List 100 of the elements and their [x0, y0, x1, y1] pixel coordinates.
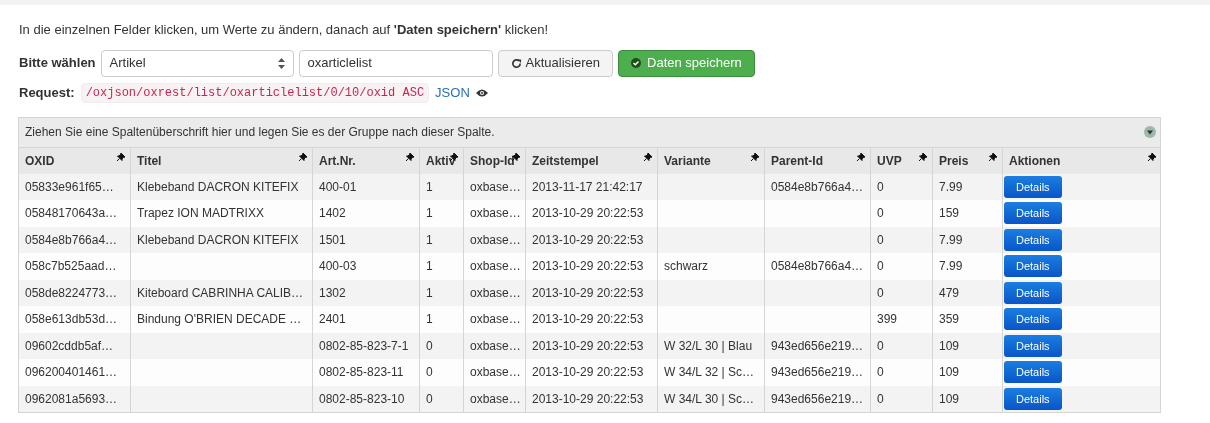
pin-icon[interactable]	[405, 151, 415, 162]
details-button[interactable]: Details	[1004, 361, 1062, 384]
pin-icon[interactable]	[918, 151, 928, 162]
table-cell-text: 0584e8b766a4…	[771, 258, 864, 276]
table-cell-text: 2013-10-29 20:22:53	[532, 390, 644, 408]
column-header[interactable]: Preis	[933, 147, 1003, 174]
table-cell-text: 0	[877, 231, 884, 249]
pin-icon[interactable]	[856, 151, 866, 162]
table-cell-text: 0	[426, 337, 433, 355]
column-header[interactable]: Art.Nr.	[313, 147, 420, 174]
details-button[interactable]: Details	[1004, 202, 1062, 225]
table-cell-text: 0	[877, 364, 884, 382]
table-cell-text: oxbase…	[470, 364, 521, 382]
details-button[interactable]: Details	[1004, 308, 1062, 331]
table-cell-text: Bindung O'BRIEN DECADE …	[137, 311, 302, 329]
table-cell-text: 1	[426, 258, 433, 276]
table-cell-text: 0802-85-823-11	[319, 364, 404, 382]
table-cell-text: 2013-10-29 20:22:53	[532, 258, 644, 276]
details-button[interactable]: Details	[1004, 281, 1062, 304]
pin-icon[interactable]	[750, 151, 760, 162]
table-cell-text: 09602cddb5af…	[25, 337, 114, 355]
table-cell-text: 05833e961f65…	[25, 178, 114, 196]
table-cell-text: 0802-85-823-10	[319, 390, 405, 408]
refresh-icon	[510, 57, 522, 69]
type-select[interactable]: Artikel	[100, 49, 294, 77]
table-cell-text: 2013-10-29 20:22:53	[532, 364, 644, 382]
sort-arrows-icon	[277, 57, 285, 69]
table-cell-text: oxbase…	[470, 390, 521, 408]
table-cell-text: Kiteboard CABRINHA CALIB…	[137, 284, 304, 302]
table-cell-text: 943ed656e219…	[771, 390, 864, 408]
table-cell-text: 159	[939, 205, 960, 223]
table-cell-text: 2013-10-29 20:22:53	[532, 337, 644, 355]
table-cell-text: 7.99	[939, 258, 963, 276]
table-cell-text: 058c7b525aad…	[25, 258, 117, 276]
table-cell-text: oxbase…	[470, 231, 521, 249]
details-button[interactable]: Details	[1004, 255, 1062, 278]
table-cell-text: 359	[939, 311, 960, 329]
request-path: /oxjson/oxrest/list/oxarticlelist/0/10/oxid ASC	[80, 82, 430, 103]
table-cell-text: oxbase…	[470, 258, 521, 276]
pin-icon[interactable]	[1147, 151, 1157, 162]
choose-label: Bitte wählen	[19, 54, 96, 73]
details-button[interactable]: Details	[1004, 175, 1062, 198]
table-cell-text: 0584e8b766a4…	[771, 178, 864, 196]
table-cell-text: oxbase…	[470, 311, 521, 329]
column-header[interactable]: OXID	[19, 147, 131, 174]
column-header[interactable]: Aktionen	[1003, 147, 1161, 174]
table-cell-text: 0584e8b766a4…	[25, 231, 118, 249]
table-cell-text: 2401	[319, 311, 346, 329]
refresh-button[interactable]: Aktualisieren	[497, 49, 613, 77]
table-cell-text: schwarz	[664, 258, 708, 276]
table-cell-text: 2013-11-17 21:42:17	[532, 178, 643, 196]
table-cell-text: 1302	[319, 284, 346, 302]
request-label: Request:	[19, 83, 75, 102]
details-button[interactable]: Details	[1004, 334, 1062, 357]
details-button[interactable]: Details	[1004, 387, 1062, 410]
column-header[interactable]: Variante	[658, 147, 765, 174]
table-cell-text: 1	[426, 231, 433, 249]
table-cell-text: oxbase…	[470, 337, 521, 355]
table-cell-text: 0	[877, 390, 884, 408]
table-cell-text: 7.99	[939, 231, 963, 249]
table-cell-text: 1	[426, 178, 433, 196]
table-cell-text: 1	[426, 311, 433, 329]
table-cell-text: W 34/L 30 | Sc…	[664, 390, 755, 408]
table-cell-text: W 32/L 30 | Blau	[664, 337, 753, 355]
table-cell-text: 2013-10-29 20:22:53	[532, 231, 644, 249]
table-cell-text: 943ed656e219…	[771, 364, 864, 382]
eye-icon[interactable]	[475, 88, 488, 97]
table-cell-text: 7.99	[939, 178, 963, 196]
table-cell-text: 0	[877, 284, 884, 302]
table-cell-text: 0	[877, 178, 884, 196]
table-cell-text: 058e613db53d…	[25, 311, 118, 329]
table-cell-text: 1	[426, 205, 433, 223]
instruction-text: In die einzelnen Felder klicken, um Werte zu ändern, danach auf 'Daten speichern' klicken!	[19, 21, 550, 39]
pin-icon[interactable]	[116, 151, 126, 162]
table-cell-text: 2013-10-29 20:22:53	[532, 284, 644, 302]
column-header[interactable]: Zeitstempel	[526, 147, 658, 174]
list-name-field[interactable]: oxarticlelist	[298, 49, 493, 77]
table-cell-text: Klebeband DACRON KITEFIX	[137, 231, 299, 249]
table-cell-text: 05848170643a…	[25, 205, 118, 223]
table-cell-text: 2013-10-29 20:22:53	[532, 311, 644, 329]
table-cell-text: 943ed656e219…	[771, 337, 864, 355]
column-header[interactable]: Parent-Id	[765, 147, 871, 174]
table-cell-text: 0802-85-823-7-1	[319, 337, 409, 355]
table-cell-text: W 34/L 32 | Sc…	[664, 364, 755, 382]
table-cell-text: 0	[877, 337, 884, 355]
table-cell-text: 109	[939, 364, 960, 382]
dropdown-icon[interactable]	[1144, 126, 1156, 138]
column-header[interactable]: Titel	[131, 147, 313, 174]
table-cell-text: 1	[426, 284, 433, 302]
table-cell-text: Trapez ION MADTRIXX	[137, 205, 264, 223]
pin-icon[interactable]	[988, 151, 998, 162]
column-header[interactable]: UVP	[871, 147, 933, 174]
details-button[interactable]: Details	[1004, 228, 1062, 251]
json-link[interactable]: JSON	[435, 82, 470, 103]
table-cell-text: oxbase…	[470, 178, 521, 196]
table-cell-text: 400-01	[319, 178, 357, 196]
pin-icon[interactable]	[643, 151, 653, 162]
pin-icon[interactable]	[298, 151, 308, 162]
table-cell-text: 0	[426, 390, 433, 408]
column-header[interactable]: Shop-Id	[464, 147, 526, 174]
